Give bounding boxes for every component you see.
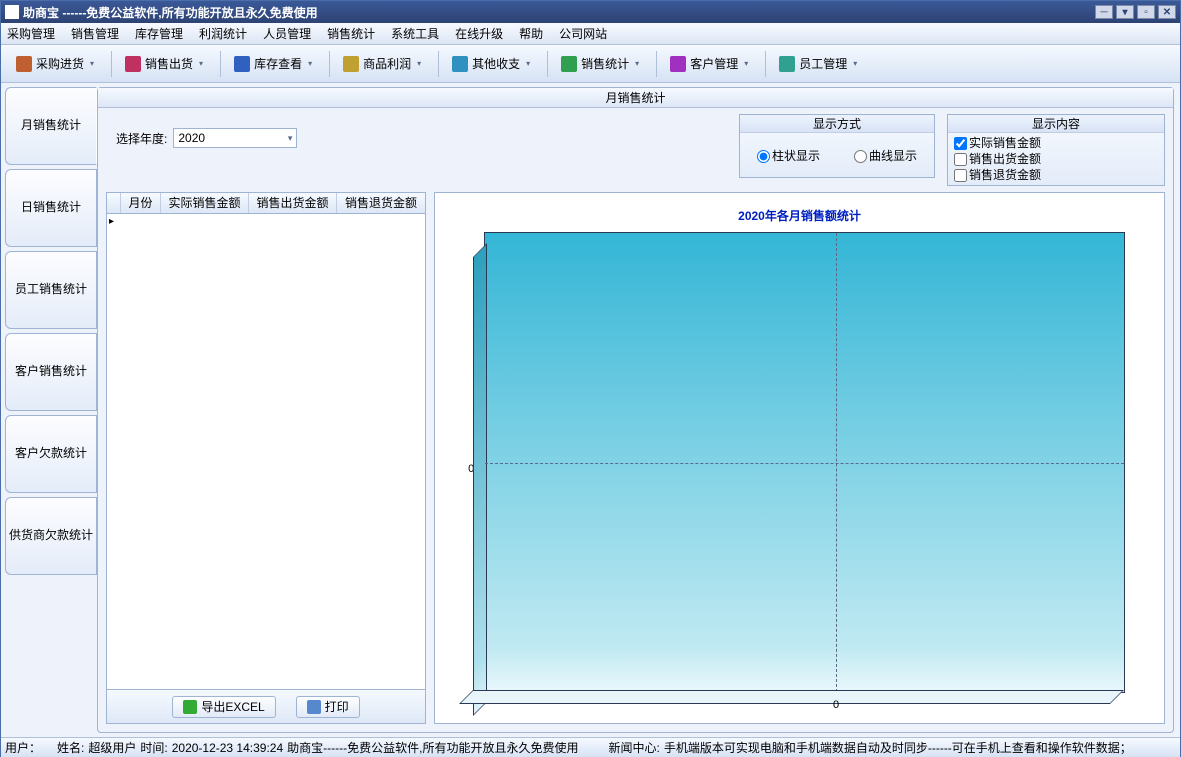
grid-col-return[interactable]: 销售退货金额 (337, 193, 425, 213)
menu-item[interactable]: 采购管理 (7, 25, 55, 42)
display-content-title: 显示内容 (948, 115, 1164, 133)
print-icon (307, 700, 321, 714)
excel-icon (183, 700, 197, 714)
stock-icon (234, 56, 250, 72)
check-shipped-sales[interactable]: 销售出货金额 (954, 151, 1158, 167)
radio-line[interactable]: 曲线显示 (854, 147, 917, 164)
sales-icon (125, 56, 141, 72)
status-time-label: 时间: (140, 739, 167, 756)
grid-col-shipped[interactable]: 销售出货金额 (249, 193, 337, 213)
status-news: 手机端版本可实现电脑和手机端数据自动及时同步------可在手机上查看和操作软件… (664, 739, 1132, 756)
grid-header: 月份 实际销售金额 销售出货金额 销售退货金额 (106, 192, 426, 214)
content-panel: 月销售统计 选择年度: 2020 ▾ 显示方式 柱状显示 曲线显示 显示内容 (97, 87, 1174, 733)
tab-staff-sales[interactable]: 员工销售统计 (5, 251, 97, 329)
check-return-sales[interactable]: 销售退货金额 (954, 167, 1158, 183)
x-axis-zero: 0 (833, 699, 839, 711)
chevron-down-icon: ▾ (288, 133, 293, 144)
tab-customer-sales[interactable]: 客户销售统计 (5, 333, 97, 411)
profit-icon (343, 56, 359, 72)
data-grid: 月份 实际销售金额 销售出货金额 销售退货金额 ▸ 导出EXCEL 打印 (106, 192, 426, 724)
stats-icon (561, 56, 577, 72)
title-bar: 助商宝 ------免费公益软件,所有功能开放且永久免费使用 ─ ▾ ▫ ✕ (1, 1, 1180, 23)
grid-col-month[interactable]: 月份 (121, 193, 161, 213)
side-tabs: 月销售统计 日销售统计 员工销售统计 客户销售统计 客户欠款统计 供货商欠款统计 (1, 83, 97, 737)
tab-customer-debt[interactable]: 客户欠款统计 (5, 415, 97, 493)
staff-icon (779, 56, 795, 72)
content-title: 月销售统计 (98, 88, 1173, 108)
toolbar-staff-button[interactable]: 员工管理 (768, 50, 868, 78)
menu-item[interactable]: 销售管理 (71, 25, 119, 42)
status-time: 2020-12-23 14:39:24 (172, 741, 283, 755)
display-content-panel: 显示内容 实际销售金额 销售出货金额 销售退货金额 (947, 114, 1165, 186)
status-name: 超级用户 (88, 739, 136, 756)
toolbar-sales-button[interactable]: 销售出货 (114, 50, 214, 78)
grid-line-h (485, 463, 1124, 464)
status-news-label: 新闻中心: (608, 739, 659, 756)
menu-bar: 采购管理 销售管理 库存管理 利润统计 人员管理 销售统计 系统工具 在线升级 … (1, 23, 1180, 45)
toolbar-other-button[interactable]: 其他收支 (441, 50, 541, 78)
menu-item[interactable]: 在线升级 (455, 25, 503, 42)
tab-monthly-sales[interactable]: 月销售统计 (5, 87, 97, 165)
customer-icon (670, 56, 686, 72)
export-excel-button[interactable]: 导出EXCEL (172, 696, 275, 718)
status-bar: 用户： 姓名: 超级用户 时间: 2020-12-23 14:39:24 助商宝… (1, 737, 1180, 757)
minimize-button[interactable]: ─ (1095, 5, 1113, 19)
close-button[interactable]: ✕ (1158, 5, 1176, 19)
menu-item[interactable]: 系统工具 (391, 25, 439, 42)
grid-line-v (836, 233, 837, 692)
window-title: 助商宝 ------免费公益软件,所有功能开放且永久免费使用 (23, 4, 318, 21)
payments-icon (452, 56, 468, 72)
status-app: 助商宝------免费公益软件,所有功能开放且永久免费使用 (287, 739, 578, 756)
tab-daily-sales[interactable]: 日销售统计 (5, 169, 97, 247)
chart-title: 2020年各月销售额统计 (738, 207, 861, 224)
display-mode-title: 显示方式 (740, 115, 934, 133)
app-icon (5, 5, 19, 19)
menu-item[interactable]: 利润统计 (199, 25, 247, 42)
chart-area: 2020年各月销售额统计 0 0 (434, 192, 1165, 724)
display-mode-panel: 显示方式 柱状显示 曲线显示 (739, 114, 935, 178)
print-button[interactable]: 打印 (296, 696, 360, 718)
toolbar-stats-button[interactable]: 销售统计 (550, 50, 650, 78)
year-label: 选择年度: (116, 130, 167, 147)
check-actual-sales[interactable]: 实际销售金额 (954, 135, 1158, 151)
restore-button[interactable]: ▾ (1116, 5, 1134, 19)
grid-col-actual[interactable]: 实际销售金额 (161, 193, 249, 213)
tab-supplier-debt[interactable]: 供货商欠款统计 (5, 497, 97, 575)
toolbar-profit-button[interactable]: 商品利润 (332, 50, 432, 78)
radio-bar[interactable]: 柱状显示 (757, 147, 820, 164)
menu-item[interactable]: 帮助 (519, 25, 543, 42)
year-value: 2020 (178, 131, 205, 145)
menu-item[interactable]: 公司网站 (559, 25, 607, 42)
status-name-label: 姓名: (57, 739, 84, 756)
row-marker-icon: ▸ (109, 216, 114, 227)
grid-col-marker (107, 193, 121, 213)
toolbar: 采购进货 销售出货 库存查看 商品利润 其他收支 销售统计 客户管理 员工管理 (1, 45, 1180, 83)
toolbar-customer-button[interactable]: 客户管理 (659, 50, 759, 78)
toolbar-purchase-button[interactable]: 采购进货 (5, 50, 105, 78)
menu-item[interactable]: 销售统计 (327, 25, 375, 42)
year-select[interactable]: 2020 ▾ (173, 128, 297, 148)
menu-item[interactable]: 人员管理 (263, 25, 311, 42)
toolbar-stock-button[interactable]: 库存查看 (223, 50, 323, 78)
chart-canvas: 0 0 (464, 228, 1135, 707)
purchase-icon (16, 56, 32, 72)
menu-item[interactable]: 库存管理 (135, 25, 183, 42)
status-user-label: 用户： (5, 739, 41, 756)
maximize-button[interactable]: ▫ (1137, 5, 1155, 19)
grid-body[interactable]: ▸ (106, 214, 426, 690)
